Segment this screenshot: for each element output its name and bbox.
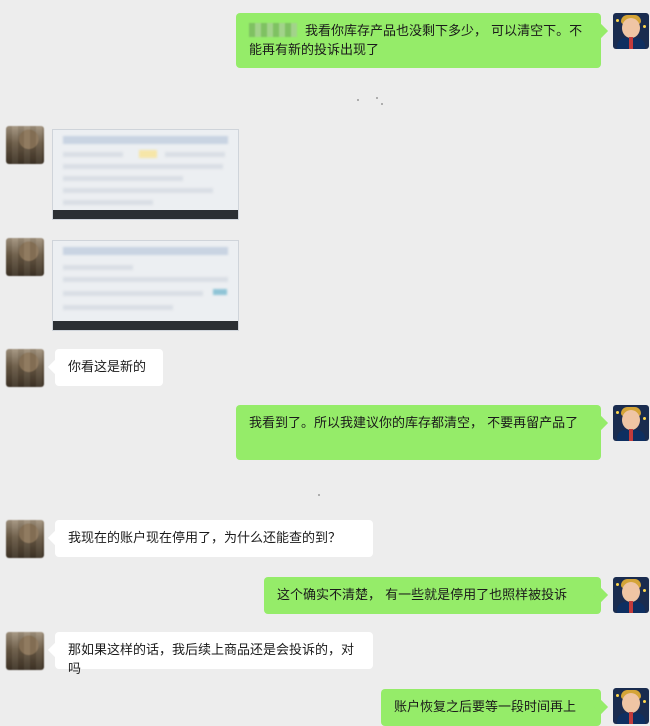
message-bubble-incoming[interactable]: 你看这是新的: [55, 349, 163, 386]
separator-mark: [376, 97, 378, 99]
message-bubble-incoming[interactable]: 我现在的账户现在停用了，为什么还能查的到？: [55, 520, 373, 557]
message-text: 这个确实不清楚， 有一些就是停用了也照样被投诉: [277, 588, 568, 603]
self-avatar[interactable]: [613, 13, 649, 49]
separator-mark: [318, 494, 320, 496]
contact-avatar[interactable]: [6, 520, 44, 558]
contact-avatar[interactable]: [6, 349, 44, 387]
message-bubble-outgoing[interactable]: 账户恢复之后要等一段时间再上: [381, 689, 601, 726]
message-bubble-outgoing[interactable]: 我看到了。所以我建议你的库存都清空， 不要再留产品了: [236, 405, 601, 460]
self-avatar[interactable]: [613, 688, 649, 724]
message-bubble-outgoing[interactable]: 我看你库存产品也没剩下多少， 可以清空下。不能再有新的投诉出现了: [236, 13, 601, 68]
contact-avatar[interactable]: [6, 238, 44, 276]
message-bubble-outgoing[interactable]: 这个确实不清楚， 有一些就是停用了也照样被投诉: [264, 577, 601, 614]
image-message[interactable]: [52, 129, 239, 220]
message-text: 我看到了。所以我建议你的库存都清空， 不要再留产品了: [249, 416, 579, 431]
message-text: 你看这是新的: [68, 360, 147, 375]
self-avatar[interactable]: [613, 577, 649, 613]
redacted-name: [249, 23, 297, 37]
message-text: 账户恢复之后要等一段时间再上: [394, 700, 577, 715]
self-avatar[interactable]: [613, 405, 649, 441]
separator-mark: [357, 99, 359, 101]
message-text: 我现在的账户现在停用了，为什么还能查的到？: [68, 531, 342, 546]
separator-mark: [381, 103, 383, 105]
image-message[interactable]: [52, 240, 239, 331]
contact-avatar[interactable]: [6, 126, 44, 164]
contact-avatar[interactable]: [6, 632, 44, 670]
message-text: 那如果这样的话，我后续上商品还是会投诉的，对吗: [68, 643, 355, 677]
message-bubble-incoming[interactable]: 那如果这样的话，我后续上商品还是会投诉的，对吗: [55, 632, 373, 677]
message-text: 我看你库存产品也没剩下多少， 可以清空下。不能再有新的投诉出现了: [249, 24, 583, 58]
